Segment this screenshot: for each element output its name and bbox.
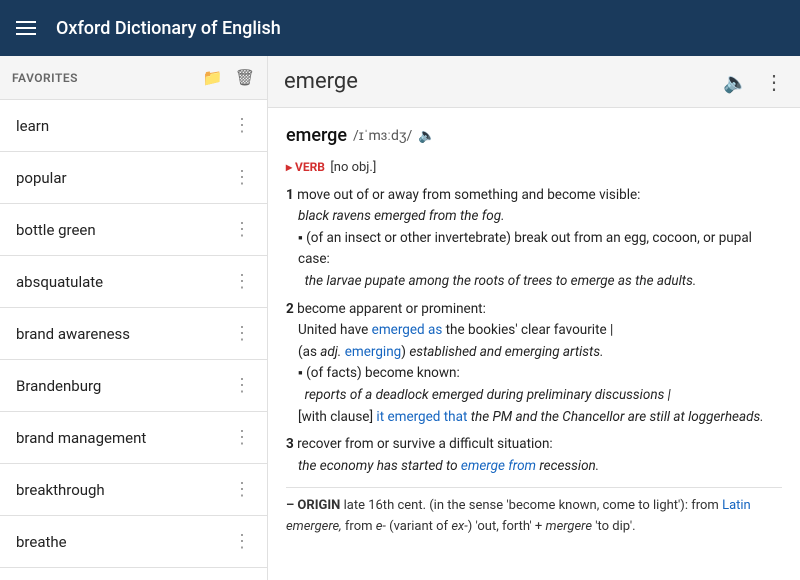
content-header: emerge 🔈 ⋮ (268, 56, 800, 108)
sidebar-header: FAVORITES 📁 🗑 (0, 56, 267, 100)
no-obj: [no obj.] (330, 160, 376, 175)
def-num-2: 2 (286, 301, 297, 317)
sidebar-item-learn[interactable]: learn ⋮ (0, 100, 267, 152)
sidebar-item-brand-management[interactable]: brand management ⋮ (0, 412, 267, 464)
sidebar-list: learn ⋮ popular ⋮ bottle green ⋮ absquat… (0, 100, 267, 580)
sidebar-item-label: brand awareness (16, 325, 130, 343)
latin-link: Latin (722, 498, 751, 513)
sidebar-item-menu-icon[interactable]: ⋮ (229, 423, 255, 452)
content-panel: emerge 🔈 ⋮ emerge /ɪˈmɜːdʒ/ 🔈 ▸ VERB [no… (268, 56, 800, 580)
sidebar-item-label: bottle green (16, 221, 96, 239)
sidebar: FAVORITES 📁 🗑 learn ⋮ popular ⋮ bottle g… (0, 56, 268, 580)
hamburger-icon[interactable] (16, 17, 36, 39)
def-3-example: the economy has started to emerge from r… (286, 456, 782, 478)
sidebar-item-breakthrough[interactable]: breakthrough ⋮ (0, 464, 267, 516)
main-layout: FAVORITES 📁 🗑 learn ⋮ popular ⋮ bottle g… (0, 56, 800, 580)
word-main: emerge (286, 122, 347, 151)
def-1-example: black ravens emerged from the fog. (286, 206, 782, 228)
def-2-example: United have emerged as the bookies' clea… (286, 320, 782, 342)
sidebar-section-title: FAVORITES (12, 71, 78, 85)
app-title: Oxford Dictionary of English (56, 18, 281, 39)
content-header-icons: 🔈 ⋮ (723, 70, 784, 94)
definition-3: 3 recover from or survive a difficult si… (286, 434, 782, 477)
word-phonetic: /ɪˈmɜːdʒ/ (353, 125, 412, 147)
sidebar-item-menu-icon[interactable]: ⋮ (229, 215, 255, 244)
sidebar-header-icons: 📁 🗑 (203, 68, 255, 87)
inline-speaker-icon[interactable]: 🔈 (418, 125, 435, 147)
sidebar-item-label: absquatulate (16, 273, 103, 291)
definition-1: 1 move out of or away from something and… (286, 185, 782, 293)
sidebar-item-label: Brandenburg (16, 377, 101, 395)
sidebar-item-menu-icon[interactable]: ⋮ (229, 527, 255, 556)
sidebar-item-label: breakthrough (16, 481, 105, 499)
part-of-speech: ▸ VERB (286, 160, 325, 174)
sidebar-item-menu-icon[interactable]: ⋮ (229, 267, 255, 296)
sidebar-item-label: brand management (16, 429, 146, 447)
search-word-display: emerge (284, 69, 358, 94)
sidebar-item-absquatulate[interactable]: absquatulate ⋮ (0, 256, 267, 308)
def-num-1: 1 (286, 187, 297, 203)
sidebar-item-label: learn (16, 117, 49, 135)
sidebar-item-menu-icon[interactable]: ⋮ (229, 371, 255, 400)
speaker-button[interactable]: 🔈 (723, 70, 748, 94)
folder-icon[interactable]: 📁 (203, 68, 223, 87)
sidebar-item-menu-icon[interactable]: ⋮ (229, 475, 255, 504)
definition-area: emerge /ɪˈmɜːdʒ/ 🔈 ▸ VERB [no obj.] 1 mo… (268, 108, 800, 580)
origin-block: – ORIGIN late 16th cent. (in the sense '… (286, 487, 782, 538)
sidebar-item-menu-icon[interactable]: ⋮ (229, 319, 255, 348)
def-2-bullet-1: (as adj. emerging) established and emerg… (286, 342, 782, 364)
sidebar-item-breathe[interactable]: breathe ⋮ (0, 516, 267, 568)
trash-icon[interactable]: 🗑 (235, 68, 255, 87)
app-header: Oxford Dictionary of English (0, 0, 800, 56)
definition-2: 2 become apparent or prominent: United h… (286, 299, 782, 429)
sidebar-item-label: breathe (16, 533, 67, 551)
def-num-3: 3 (286, 436, 297, 452)
sidebar-item-menu-icon[interactable]: ⋮ (229, 163, 255, 192)
pos-line: ▸ VERB [no obj.] (286, 157, 782, 179)
sidebar-item-brandenberg[interactable]: Brandenburg ⋮ (0, 360, 267, 412)
def-2-bullet-2: ▪ (of facts) become known: reports of a … (286, 363, 782, 428)
sidebar-item-label: popular (16, 169, 67, 187)
sidebar-item-popular[interactable]: popular ⋮ (0, 152, 267, 204)
sidebar-item-breathless[interactable]: breathless ⋮ (0, 568, 267, 580)
sidebar-item-brand-awareness[interactable]: brand awareness ⋮ (0, 308, 267, 360)
more-options-button[interactable]: ⋮ (764, 70, 784, 94)
origin-label: – ORIGIN (286, 498, 344, 513)
def-1-bullet-1: ▪ (of an insect or other invertebrate) b… (286, 228, 782, 293)
sidebar-item-menu-icon[interactable]: ⋮ (229, 111, 255, 140)
word-title-line: emerge /ɪˈmɜːdʒ/ 🔈 (286, 122, 782, 151)
sidebar-item-bottle-green[interactable]: bottle green ⋮ (0, 204, 267, 256)
